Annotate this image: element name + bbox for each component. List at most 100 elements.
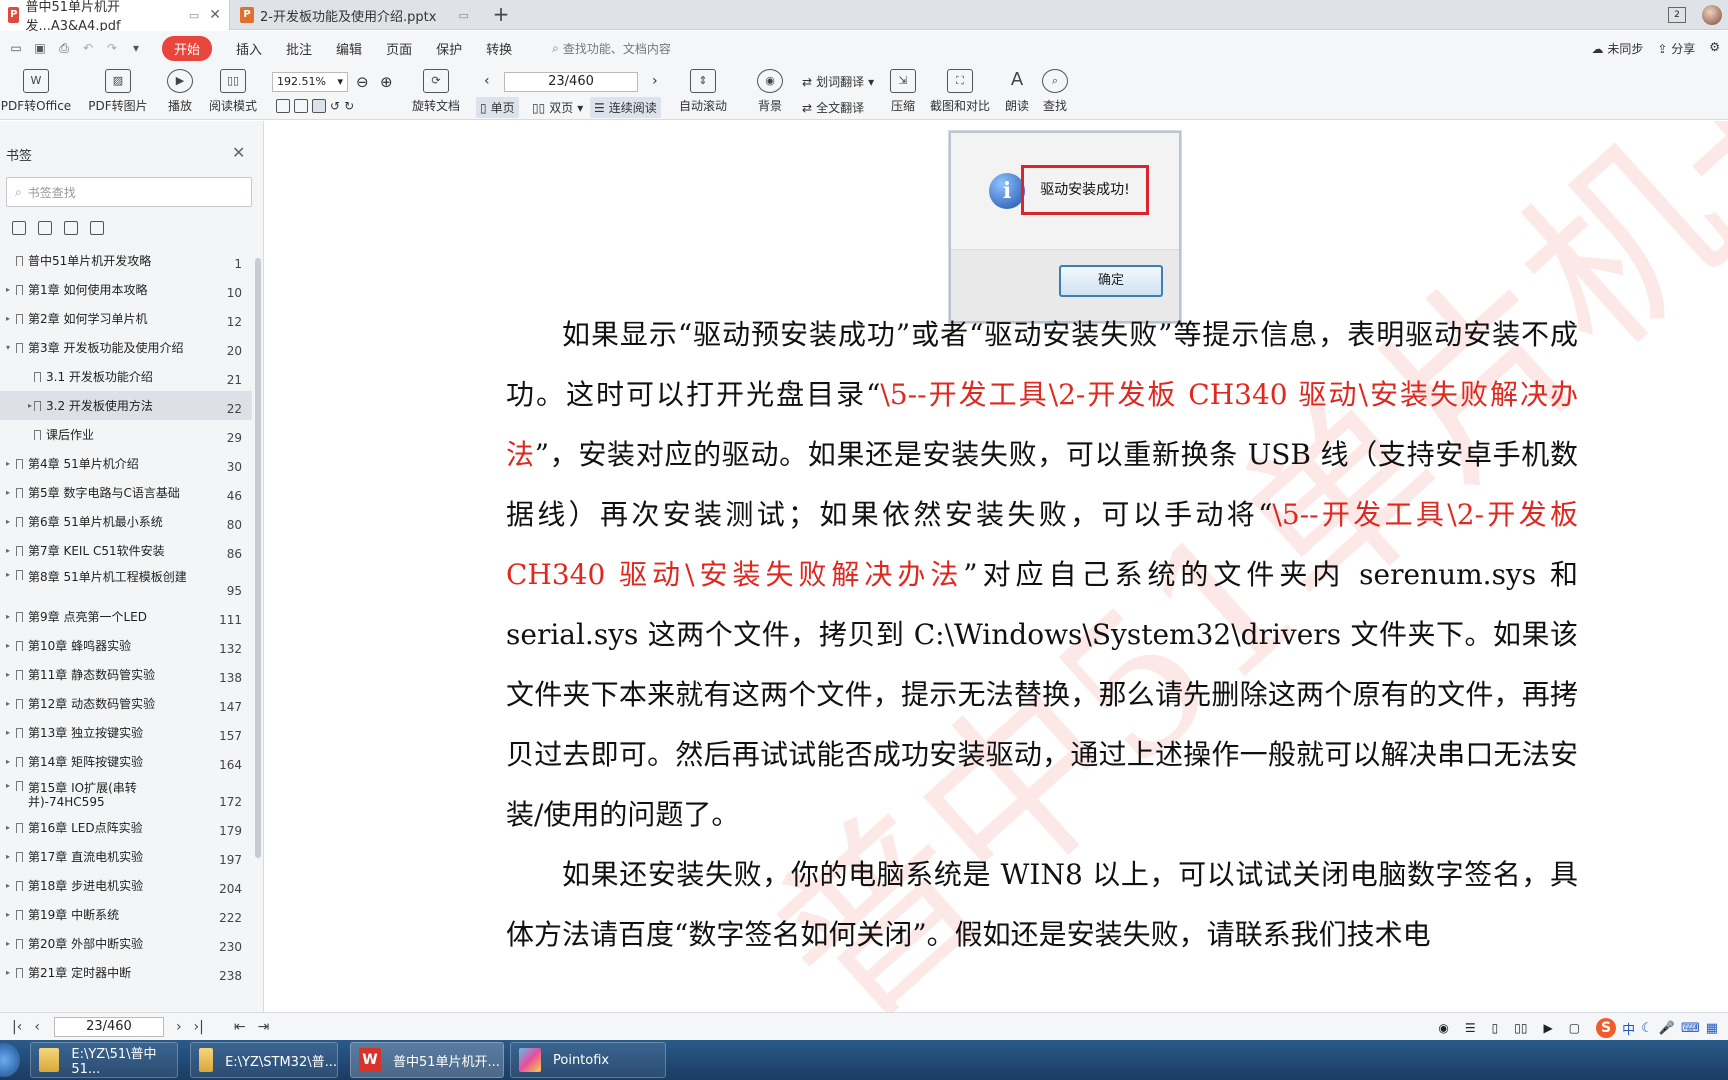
- tab-pdf[interactable]: P 普中51单片机开发...A3&A4.pdf ▭ ✕: [0, 0, 230, 34]
- expand-arrow-icon[interactable]: ▸: [6, 546, 14, 555]
- taskbar-item-explorer-stm32[interactable]: E:\YZ\STM32\普...: [190, 1042, 338, 1078]
- save-icon[interactable]: ▣: [32, 41, 48, 55]
- bookmark-item[interactable]: ▸ 3.2 开发板使用方法 22: [0, 391, 252, 420]
- auto-scroll-button[interactable]: ⇕ 自动滚动: [674, 69, 732, 114]
- bookmark-item[interactable]: ▸ 第2章 如何学习单片机 12: [0, 304, 252, 333]
- collapse-all-icon[interactable]: [38, 221, 52, 235]
- close-icon[interactable]: ✕: [232, 143, 245, 162]
- expand-arrow-icon[interactable]: ▸: [6, 728, 14, 737]
- menu-insert[interactable]: 插入: [236, 39, 262, 58]
- expand-arrow-icon[interactable]: ▸: [6, 852, 14, 861]
- bookmark-item[interactable]: ▸ 第7章 KEIL C51软件安装 86: [0, 536, 252, 565]
- play-button[interactable]: ▶ 播放: [164, 69, 196, 114]
- read-mode-button[interactable]: ▯▯ 阅读模式: [208, 69, 258, 114]
- double-view-icon[interactable]: ▯▯: [1514, 1021, 1527, 1035]
- share-button[interactable]: ⇪ 分享: [1657, 40, 1695, 57]
- pdf-to-office-button[interactable]: W PDF转Office: [0, 69, 72, 114]
- expand-arrow-icon[interactable]: ▸: [6, 612, 14, 621]
- actual-size-icon[interactable]: [276, 99, 290, 113]
- bookmark-item[interactable]: ▸ 第8章 51单片机工程模板创建 95: [0, 565, 252, 602]
- window-icon[interactable]: ▭: [458, 9, 468, 22]
- expand-arrow-icon[interactable]: ▸: [6, 968, 14, 977]
- next-page-icon[interactable]: ›: [652, 73, 658, 89]
- status-page-input[interactable]: 23/460: [53, 1016, 164, 1037]
- bookmark-item[interactable]: ▸ 第9章 点亮第一个LED 111: [0, 602, 252, 631]
- select-icon[interactable]: [312, 99, 326, 113]
- zoom-in-icon[interactable]: ⊕: [380, 73, 393, 91]
- rotate-right-icon[interactable]: ↻: [344, 99, 354, 113]
- sync-button[interactable]: ☁ 未同步: [1592, 40, 1644, 57]
- sidebar-scrollbar[interactable]: [255, 258, 261, 858]
- settings-icon[interactable]: ⚙: [1709, 40, 1720, 57]
- bookmark-item[interactable]: ▸ 第20章 外部中断实验 230: [0, 929, 252, 958]
- close-icon[interactable]: ✕: [209, 7, 221, 23]
- zoom-select[interactable]: 192.51% ▾: [272, 72, 348, 92]
- zoom-out-icon[interactable]: ⊖: [356, 73, 369, 91]
- expand-arrow-icon[interactable]: ▸: [6, 939, 14, 948]
- ime-toolbar[interactable]: S 中 ☾ 🎤 ⌨ ▦: [1596, 1018, 1718, 1038]
- expand-arrow-icon[interactable]: ▸: [6, 781, 14, 790]
- find-button[interactable]: ⌕ 查找: [1040, 69, 1070, 114]
- chevron-down-icon[interactable]: ▾: [128, 41, 144, 55]
- expand-arrow-icon[interactable]: ▸: [6, 285, 14, 294]
- back-icon[interactable]: ⇤: [234, 1019, 246, 1035]
- redo-icon[interactable]: ↷: [104, 41, 120, 55]
- bookmark-item[interactable]: ▸ 第14章 矩阵按键实验 164: [0, 747, 252, 776]
- command-search[interactable]: ⌕ 查找功能、文档内容: [552, 40, 671, 57]
- bookmark-item[interactable]: ▸ 第12章 动态数码管实验 147: [0, 689, 252, 718]
- taskbar-item-wps[interactable]: W 普中51单片机开...: [350, 1042, 504, 1078]
- open-icon[interactable]: ▭: [8, 41, 24, 55]
- menu-start[interactable]: 开始: [162, 35, 213, 61]
- document-view[interactable]: 普中51单片机开发板 i 驱动安装成功! 确定 如果显示“驱动预安装成功”或者“…: [271, 121, 1728, 1012]
- rotate-left-icon[interactable]: ↺: [330, 99, 340, 113]
- bookmark-item[interactable]: ▸ 第16章 LED点阵实验 179: [0, 813, 252, 842]
- bookmark-item[interactable]: ▸ 第10章 蜂鸣器实验 132: [0, 631, 252, 660]
- expand-arrow-icon[interactable]: ▸: [6, 459, 14, 468]
- undo-icon[interactable]: ↶: [80, 41, 96, 55]
- expand-arrow-icon[interactable]: ▸: [6, 570, 14, 579]
- expand-arrow-icon[interactable]: ▾: [6, 343, 14, 352]
- page-input[interactable]: 23/460: [504, 72, 638, 92]
- read-aloud-button[interactable]: A 朗读: [1002, 69, 1032, 114]
- full-translate-button[interactable]: ⇄ 全文翻译: [802, 99, 864, 116]
- background-button[interactable]: ◉ 背景: [752, 69, 788, 114]
- bookmark-item[interactable]: ▸ 第21章 定时器中断 238: [0, 958, 252, 987]
- bookmark-item[interactable]: 3.1 开发板功能介绍 21: [0, 362, 252, 391]
- actual-size-icon[interactable]: ▢: [1569, 1021, 1580, 1035]
- bookmark-item[interactable]: ▸ 第11章 静态数码管实验 138: [0, 660, 252, 689]
- single-view-icon[interactable]: ▯: [1492, 1021, 1499, 1035]
- rotate-doc-button[interactable]: ⟳ 旋转文档: [410, 69, 462, 114]
- bookmark-item[interactable]: ▸ 第6章 51单片机最小系统 80: [0, 507, 252, 536]
- menu-protect[interactable]: 保护: [436, 39, 462, 58]
- taskbar-item-explorer-51[interactable]: E:\YZ\51\普中51...: [30, 1042, 178, 1078]
- bookmark-search-input[interactable]: ⌕ 书签查找: [6, 177, 252, 207]
- prev-page-icon[interactable]: ‹: [34, 1019, 40, 1035]
- expand-arrow-icon[interactable]: ▸: [6, 823, 14, 832]
- bookmark-item[interactable]: ▸ 第5章 数字电路与C语言基础 46: [0, 478, 252, 507]
- menu-convert[interactable]: 转换: [486, 39, 512, 58]
- double-page-button[interactable]: ▯▯ 双页 ▾: [532, 99, 583, 116]
- bookmark-item[interactable]: ▸ 第19章 中断系统 222: [0, 900, 252, 929]
- expand-arrow-icon[interactable]: ▸: [6, 881, 14, 890]
- tab-pptx[interactable]: P 2-开发板功能及使用介绍.pptx ▭: [232, 0, 482, 30]
- expand-arrow-icon[interactable]: ▸: [6, 699, 14, 708]
- eye-icon[interactable]: ◉: [1438, 1021, 1448, 1035]
- bookmark-item[interactable]: 课后作业 29: [0, 420, 252, 449]
- window-icon[interactable]: ▭: [189, 9, 199, 22]
- play-icon[interactable]: ▶: [1544, 1021, 1553, 1035]
- start-button[interactable]: [0, 1043, 20, 1077]
- menu-page[interactable]: 页面: [386, 39, 412, 58]
- new-tab-button[interactable]: +: [490, 3, 512, 25]
- single-page-button[interactable]: ▯ 单页: [476, 97, 519, 118]
- menu-annotate[interactable]: 批注: [286, 39, 312, 58]
- expand-arrow-icon[interactable]: ▸: [6, 517, 14, 526]
- bookmark-item[interactable]: ▸ 第18章 步进电机实验 204: [0, 871, 252, 900]
- continuous-read-button[interactable]: ☰ 连续阅读: [590, 97, 661, 118]
- bookmark-item[interactable]: ▸ 第4章 51单片机介绍 30: [0, 449, 252, 478]
- forward-icon[interactable]: ⇥: [258, 1019, 270, 1035]
- expand-arrow-icon[interactable]: ▸: [6, 314, 14, 323]
- prev-page-icon[interactable]: ‹: [484, 73, 490, 89]
- compress-button[interactable]: ⇲ 压缩: [888, 69, 918, 114]
- taskbar-item-pointofix[interactable]: Pointofix: [510, 1042, 666, 1078]
- fit-page-icon[interactable]: [294, 99, 308, 113]
